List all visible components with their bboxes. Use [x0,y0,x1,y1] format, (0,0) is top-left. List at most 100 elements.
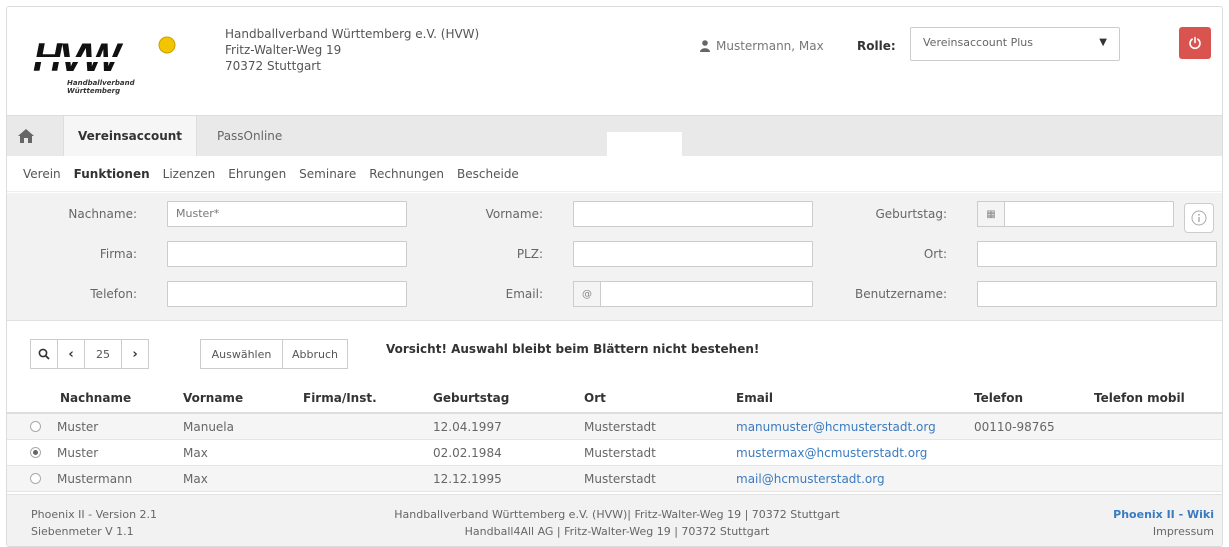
logo-subtitle: Handballverband [67,79,136,87]
cell-vorname: Max [183,446,208,460]
tab-vereinsaccount[interactable]: Vereinsaccount [63,116,198,157]
info-button[interactable] [1184,203,1214,233]
caret-down-icon: ▼ [1099,37,1107,48]
column-header-telefon-mobil[interactable]: Telefon mobil [1094,391,1185,405]
search-button[interactable] [30,339,58,369]
cell-vorname: Manuela [183,420,234,434]
cell-email[interactable]: manumuster@hcmusterstadt.org [736,420,936,434]
role-select[interactable]: Vereinsaccount Plus ▼ [910,27,1120,61]
ort-input[interactable] [977,241,1217,267]
row-select-radio[interactable] [30,421,41,432]
tab-placeholder [607,132,682,157]
table-row[interactable]: Muster Manuela 12.04.1997 Musterstadt ma… [7,414,1222,440]
sub-version: Siebenmeter V 1.1 [31,525,134,538]
table-row[interactable]: Mustermann Max 12.12.1995 Musterstadt ma… [7,466,1222,492]
tab-passonline[interactable]: PassOnline [203,116,296,157]
telefon-label: Telefon: [90,287,137,301]
impressum-link[interactable]: Impressum [1113,523,1214,540]
previous-page-button[interactable]: ‹ [57,339,85,369]
nachname-input[interactable]: Muster* [167,201,407,227]
footer-line: Handball4All AG | Fritz-Walter-Weg 19 | … [464,525,770,538]
version-info: Phoenix II - Version 2.1 Siebenmeter V 1… [31,506,157,540]
pagination-warning: Vorsicht! Auswahl bleibt beim Blättern n… [386,342,760,356]
table-header: Nachname Vorname Firma/Inst. Geburtstag … [7,382,1222,414]
cell-geburtstag: 12.04.1997 [433,420,502,434]
org-line: 70372 Stuttgart [225,59,321,73]
power-icon [1189,36,1201,50]
vorname-label: Vorname: [485,207,543,221]
subnav-bescheide[interactable]: Bescheide [457,167,519,181]
subnav-rechnungen[interactable]: Rechnungen [369,167,444,181]
column-header-vorname[interactable]: Vorname [183,391,243,405]
svg-text:Württemberg: Württemberg [67,87,120,95]
column-header-firma[interactable]: Firma/Inst. [303,391,377,405]
app-frame: HVW Handballverband Württemberg Handball… [6,6,1223,547]
column-header-geburtstag[interactable]: Geburtstag [433,391,509,405]
nachname-label: Nachname: [68,207,137,221]
at-icon: @ [573,281,601,307]
result-toolbar: ‹ 25 › Auswählen Abbruch Vorsicht! Auswa… [7,322,1222,382]
telefon-input[interactable] [167,281,407,307]
footer-links: Phoenix II - Wiki Impressum [1113,506,1214,540]
current-user[interactable]: Mustermann, Max [700,39,824,53]
firma-label: Firma: [99,247,137,261]
subnav-funktionen[interactable]: Funktionen [74,167,150,181]
header: HVW Handballverband Württemberg Handball… [7,7,1222,115]
subnav-verein[interactable]: Verein [23,167,61,181]
benutzername-input[interactable] [977,281,1217,307]
column-header-ort[interactable]: Ort [584,391,606,405]
footer: Phoenix II - Version 2.1 Siebenmeter V 1… [7,494,1222,546]
row-select-radio[interactable] [30,473,41,484]
cell-ort: Musterstadt [584,446,656,460]
benutzername-label: Benutzername: [854,287,947,301]
cell-ort: Musterstadt [584,472,656,486]
cell-nachname: Mustermann [57,472,133,486]
column-header-nachname[interactable]: Nachname [60,391,131,405]
org-address: Handballverband Württemberg e.V. (HVW) F… [225,26,479,74]
cell-email[interactable]: mail@hcmusterstadt.org [736,472,885,486]
table-row[interactable]: Muster Max 02.02.1984 Musterstadt muster… [7,440,1222,466]
cell-email[interactable]: mustermax@hcmusterstadt.org [736,446,927,460]
subnav-seminare[interactable]: Seminare [299,167,356,181]
role-value: Vereinsaccount Plus [923,36,1033,49]
cell-nachname: Muster [57,420,99,434]
vorname-input[interactable] [573,201,813,227]
column-header-email[interactable]: Email [736,391,773,405]
main-tabs: Vereinsaccount PassOnline [7,115,1222,157]
hvw-logo[interactable]: HVW Handballverband Württemberg [31,27,181,97]
search-icon [38,348,50,360]
geburtstag-input[interactable] [1004,201,1174,227]
page-size-input[interactable]: 25 [84,339,122,369]
cell-ort: Musterstadt [584,420,656,434]
home-icon[interactable] [17,128,35,144]
cell-nachname: Muster [57,446,99,460]
next-page-button[interactable]: › [121,339,149,369]
email-input[interactable] [600,281,813,307]
select-button[interactable]: Auswählen [200,339,283,369]
cell-telefon: 00110-98765 [974,420,1055,434]
user-name: Mustermann, Max [716,39,824,53]
footer-address: Handballverband Württemberg e.V. (HVW)| … [307,506,927,540]
logout-button[interactable] [1179,27,1211,59]
org-line: Fritz-Walter-Weg 19 [225,43,342,57]
search-filter: Nachname: Muster* Vorname: Geburtstag: ▦… [7,193,1222,321]
subnav-lizenzen[interactable]: Lizenzen [163,167,216,181]
subnav-ehrungen[interactable]: Ehrungen [228,167,286,181]
ort-label: Ort: [923,247,947,261]
footer-line: Handballverband Württemberg e.V. (HVW)| … [394,508,840,521]
column-header-telefon[interactable]: Telefon [974,391,1023,405]
cell-geburtstag: 12.12.1995 [433,472,502,486]
plz-input[interactable] [573,241,813,267]
calendar-icon[interactable]: ▦ [977,201,1005,227]
org-line: Handballverband Württemberg e.V. (HVW) [225,27,480,41]
cell-vorname: Max [183,472,208,486]
row-select-radio[interactable] [30,447,41,458]
cancel-button[interactable]: Abbruch [282,339,348,369]
app-version: Phoenix II - Version 2.1 [31,508,158,521]
cell-geburtstag: 02.02.1984 [433,446,502,460]
sub-navigation: Verein Funktionen Lizenzen Ehrungen Semi… [7,156,1222,192]
info-icon [1191,210,1207,226]
firma-input[interactable] [167,241,407,267]
wiki-link[interactable]: Phoenix II - Wiki [1113,506,1214,523]
user-icon [700,40,710,52]
